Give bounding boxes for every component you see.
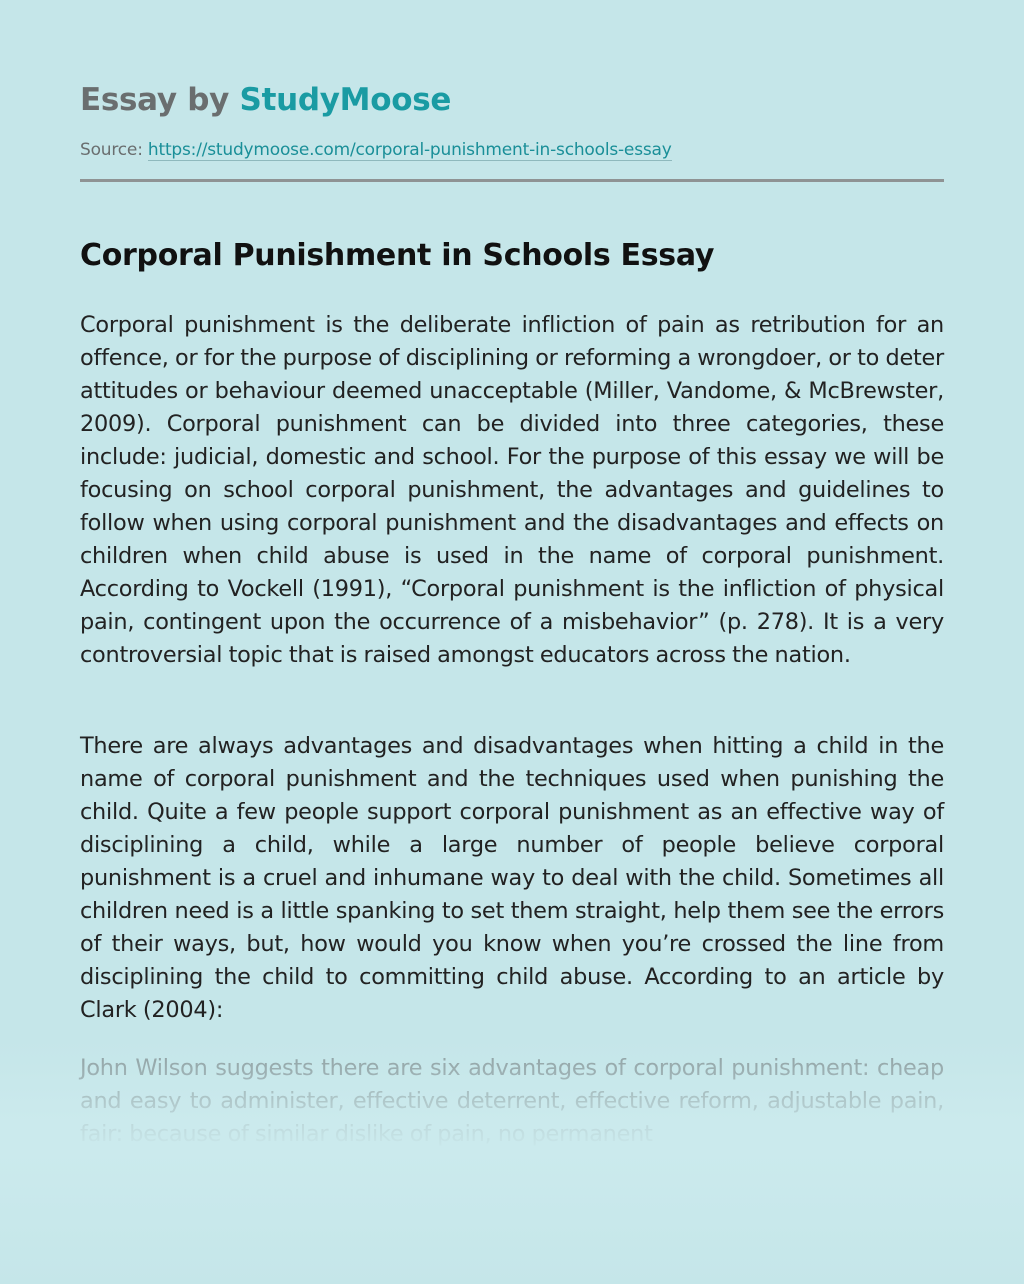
source-url-link[interactable]: https://studymoose.com/corporal-punishme…	[147, 140, 672, 161]
header-divider	[80, 179, 944, 182]
source-label: Source:	[80, 140, 148, 160]
essay-paragraph: There are always advantages and disadvan…	[80, 733, 944, 1023]
essay-title: Corporal Punishment in Schools Essay	[80, 238, 715, 273]
essay-paragraph: Corporal punishment is the deliberate in…	[80, 312, 944, 668]
brand-name-link[interactable]: StudyMoose	[240, 82, 452, 118]
site-brand: Essay by StudyMoose	[80, 82, 451, 118]
brand-prefix: Essay by	[80, 82, 240, 118]
source-line: Source: https://studymoose.com/corporal-…	[80, 140, 672, 161]
essay-paragraph-faded: John Wilson suggests there are six advan…	[80, 1055, 944, 1147]
